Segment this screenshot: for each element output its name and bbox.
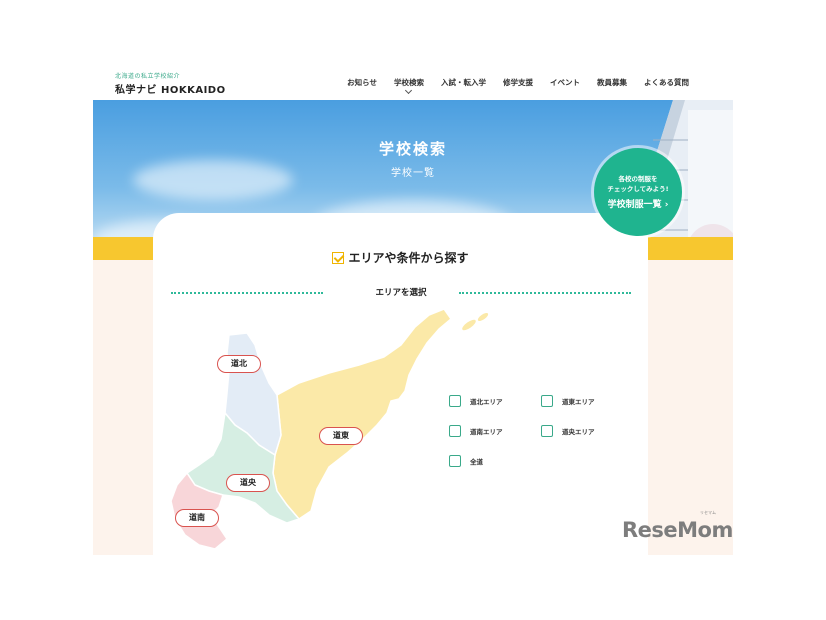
checkbox-all-hokkaido[interactable]: 全道 [449,455,483,467]
watermark-ruby: リセマム [700,510,716,515]
checkbox-icon [332,252,345,264]
checkbox-label: 道南エリア [470,428,503,436]
checkbox-label: 道東エリア [562,398,595,406]
checkbox-square[interactable] [541,395,553,407]
uniform-list-button[interactable]: 各校の制服を チェックしてみよう! 学校制服一覧 › [594,148,682,236]
checkbox-label: 全道 [470,458,483,466]
resemom-watermark: ReseMom [622,518,733,542]
island-shape [477,312,489,322]
chevron-down-icon [404,86,413,95]
region-doto-shape [272,308,453,520]
site-logo[interactable]: 私学ナビ HOKKAIDO [115,81,226,96]
nav-item-study-support[interactable]: 修学支援 [503,77,533,88]
nav-item-news[interactable]: お知らせ [347,77,377,88]
search-heading: エリアや条件から探す [153,249,648,266]
checkbox-square[interactable] [449,425,461,437]
checkbox-square[interactable] [449,455,461,467]
search-heading-text: エリアや条件から探す [348,251,469,265]
island-shape [462,319,476,331]
nav-item-teacher-recruit[interactable]: 教員募集 [597,77,627,88]
checkbox-label: 道北エリア [470,398,503,406]
region-tag-doo[interactable]: 道央 [226,474,270,492]
checkbox-doto-area[interactable]: 道東エリア [541,395,595,407]
nav-item-school-search[interactable]: 学校検索 [394,77,424,95]
nav-item-label: 学校検索 [394,78,424,87]
checkbox-dohoku-area[interactable]: 道北エリア [449,395,503,407]
nav-item-admission[interactable]: 入試・転入学 [441,77,486,88]
region-tag-dohoku[interactable]: 道北 [217,355,261,373]
search-card: エリアや条件から探す エリアを選択 道北 道東 道央 道南 道北エリア 道東エリ… [153,213,648,555]
nav-item-events[interactable]: イベント [550,77,580,88]
checkbox-square[interactable] [541,425,553,437]
checkbox-square[interactable] [449,395,461,407]
badge-text: チェックしてみよう! [607,185,669,193]
checkbox-doo-area[interactable]: 道央エリア [541,425,595,437]
nav-item-faq[interactable]: よくある質問 [644,77,689,88]
logo-subtitle: 北海道の私立学校紹介 [115,73,181,80]
badge-text: 各校の制服を [618,175,658,183]
main-nav: お知らせ 学校検索 入試・転入学 修学支援 イベント 教員募集 よくある質問 [330,77,689,95]
region-tag-donan[interactable]: 道南 [175,509,219,527]
badge-title: 学校制服一覧 › [607,200,669,210]
site-header: 北海道の私立学校紹介 私学ナビ HOKKAIDO お知らせ 学校検索 入試・転入… [93,62,733,100]
checkbox-label: 道央エリア [562,428,595,436]
region-tag-doto[interactable]: 道東 [319,427,363,445]
dotted-divider [459,292,631,294]
area-select-divider: エリアを選択 [171,286,631,300]
checkbox-donan-area[interactable]: 道南エリア [449,425,503,437]
